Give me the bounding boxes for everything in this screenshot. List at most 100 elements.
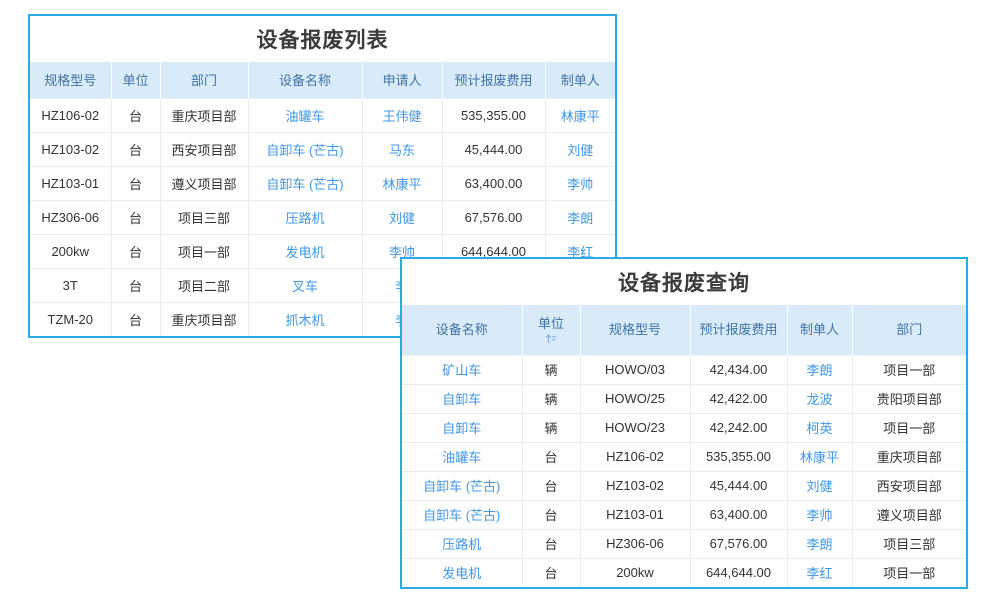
table-cell: 项目一部 [852, 355, 966, 384]
table-cell: HOWO/03 [580, 355, 690, 384]
scrap-list-title: 设备报废列表 [30, 16, 615, 62]
scrap-query-table: 设备名称单位规格型号预计报废费用制单人部门矿山车辆HOWO/0342,434.0… [402, 305, 966, 587]
cell-link[interactable]: 李红 [787, 558, 852, 587]
table-row: HZ306-06台项目三部压路机刘健67,576.00李朗 [30, 200, 615, 234]
table-row: HZ106-02台重庆项目部油罐车王伟健535,355.00林康平 [30, 98, 615, 132]
table-cell: 台 [522, 471, 580, 500]
cell-link[interactable]: 自卸车 (芒古) [402, 500, 522, 529]
cell-link[interactable]: 马东 [362, 132, 442, 166]
table-cell: 西安项目部 [160, 132, 248, 166]
table-cell: 贵阳项目部 [852, 384, 966, 413]
table-cell: 台 [522, 442, 580, 471]
column-header-label: 部门 [191, 73, 217, 88]
header-row: 规格型号单位 部门 设备名称 申请人 预计报废费用制单人 [30, 62, 615, 98]
table-cell: HZ103-02 [30, 132, 111, 166]
cell-link[interactable]: 叉车 [248, 268, 362, 302]
cell-link[interactable]: 刘健 [545, 132, 615, 166]
table-cell: 重庆项目部 [160, 302, 248, 336]
cell-link[interactable]: 李朗 [787, 529, 852, 558]
table-cell: 辆 [522, 384, 580, 413]
table-cell: 63,400.00 [690, 500, 787, 529]
table-cell: HZ103-01 [580, 500, 690, 529]
table-cell: TZM-20 [30, 302, 111, 336]
table-cell: 项目一部 [160, 234, 248, 268]
header-row: 设备名称单位规格型号预计报废费用制单人部门 [402, 305, 966, 355]
cell-link[interactable]: 柯英 [787, 413, 852, 442]
table-cell: HZ306-06 [580, 529, 690, 558]
cell-link[interactable]: 油罐车 [248, 98, 362, 132]
cell-link[interactable]: 自卸车 (芒古) [248, 132, 362, 166]
table-cell: 台 [522, 500, 580, 529]
cell-link[interactable]: 自卸车 [402, 413, 522, 442]
cell-link[interactable]: 抓木机 [248, 302, 362, 336]
table-cell: 535,355.00 [690, 442, 787, 471]
table-row: 矿山车辆HOWO/0342,434.00李朗项目一部 [402, 355, 966, 384]
table-cell: 项目三部 [852, 529, 966, 558]
cell-link[interactable]: 王伟健 [362, 98, 442, 132]
table-cell: 台 [111, 200, 160, 234]
table-row: 自卸车 (芒古)台HZ103-0245,444.00刘健西安项目部 [402, 471, 966, 500]
column-header: 预计报废费用 [690, 305, 787, 355]
cell-link[interactable]: 油罐车 [402, 442, 522, 471]
table-cell: 45,444.00 [690, 471, 787, 500]
table-cell: 项目一部 [852, 558, 966, 587]
table-row: 自卸车辆HOWO/2342,242.00柯英项目一部 [402, 413, 966, 442]
table-cell: 3T [30, 268, 111, 302]
cell-link[interactable]: 压路机 [248, 200, 362, 234]
cell-link[interactable]: 自卸车 [402, 384, 522, 413]
column-header-label: 预计报废费用 [700, 322, 778, 337]
table-cell: 台 [111, 268, 160, 302]
table-cell: 644,644.00 [690, 558, 787, 587]
cell-link[interactable]: 龙波 [787, 384, 852, 413]
cell-link[interactable]: 发电机 [402, 558, 522, 587]
table-cell: 辆 [522, 413, 580, 442]
column-header-label: 预计报废费用 [454, 73, 532, 88]
column-header: 制单人 [545, 62, 615, 98]
table-cell: 辆 [522, 355, 580, 384]
cell-link[interactable]: 林康平 [545, 98, 615, 132]
table-cell: 45,444.00 [442, 132, 545, 166]
table-cell: HZ106-02 [30, 98, 111, 132]
column-header: 部门 [852, 305, 966, 355]
cell-link[interactable]: 林康平 [362, 166, 442, 200]
cell-link[interactable]: 自卸车 (芒古) [248, 166, 362, 200]
column-header: 部门 [160, 62, 248, 98]
cell-link[interactable]: 刘健 [362, 200, 442, 234]
cell-link[interactable]: 林康平 [787, 442, 852, 471]
column-header: 单位 [111, 62, 160, 98]
table-row: 自卸车辆HOWO/2542,422.00龙波贵阳项目部 [402, 384, 966, 413]
table-cell: 项目二部 [160, 268, 248, 302]
column-header-label: 申请人 [382, 73, 421, 88]
table-cell: 台 [111, 234, 160, 268]
column-header: 设备名称 [248, 62, 362, 98]
cell-link[interactable]: 李帅 [545, 166, 615, 200]
column-header: 设备名称 [402, 305, 522, 355]
column-header-label: 制单人 [800, 322, 839, 337]
table-row: HZ103-01台遵义项目部自卸车 (芒古)林康平63,400.00李帅 [30, 166, 615, 200]
cell-link[interactable]: 李帅 [787, 500, 852, 529]
table-cell: 遵义项目部 [160, 166, 248, 200]
cell-link[interactable]: 自卸车 (芒古) [402, 471, 522, 500]
cell-link[interactable]: 压路机 [402, 529, 522, 558]
table-cell: 42,434.00 [690, 355, 787, 384]
table-cell: HZ306-06 [30, 200, 111, 234]
table-row: 发电机台200kw644,644.00李红项目一部 [402, 558, 966, 587]
column-header-label: 设备名称 [279, 73, 331, 88]
table-cell: 63,400.00 [442, 166, 545, 200]
column-header: 预计报废费用 [442, 62, 545, 98]
table-cell: 535,355.00 [442, 98, 545, 132]
table-row: 油罐车台HZ106-02535,355.00林康平重庆项目部 [402, 442, 966, 471]
table-cell: 重庆项目部 [852, 442, 966, 471]
column-header-label: 规格型号 [44, 73, 96, 88]
table-cell: 台 [111, 98, 160, 132]
table-cell: 遵义项目部 [852, 500, 966, 529]
cell-link[interactable]: 刘健 [787, 471, 852, 500]
table-cell: 台 [111, 166, 160, 200]
sort-ascending-icon [545, 333, 557, 344]
cell-link[interactable]: 发电机 [248, 234, 362, 268]
cell-link[interactable]: 李朗 [787, 355, 852, 384]
table-cell: 67,576.00 [690, 529, 787, 558]
column-header[interactable]: 单位 [522, 305, 580, 355]
cell-link[interactable]: 李朗 [545, 200, 615, 234]
cell-link[interactable]: 矿山车 [402, 355, 522, 384]
